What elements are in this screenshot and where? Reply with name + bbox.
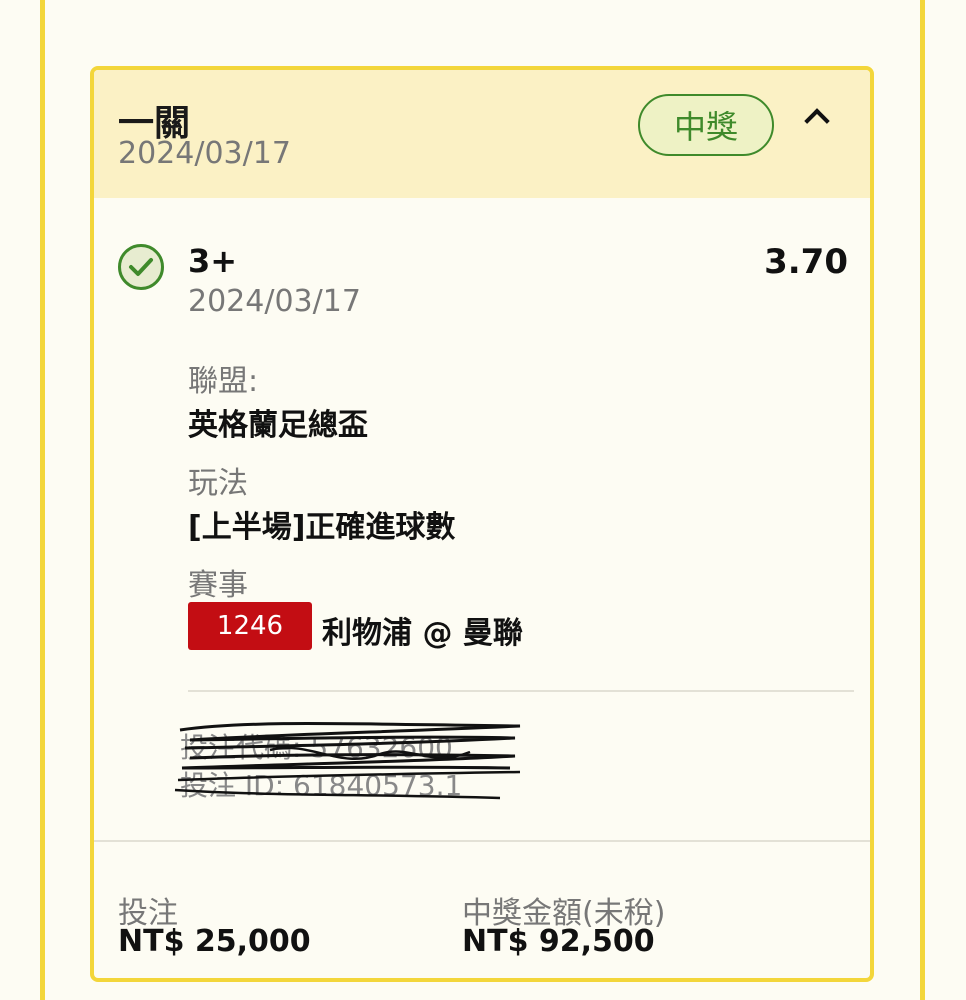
match-code-badge: 1246 <box>188 602 312 650</box>
stake-value: NT$ 25,000 <box>118 924 311 959</box>
section-divider <box>188 690 854 692</box>
match-name: 利物浦 @ 曼聯 <box>322 616 523 651</box>
left-border-line <box>40 0 45 1000</box>
selection-date: 2024/03/17 <box>188 284 361 319</box>
league-value: 英格蘭足總盃 <box>188 408 368 443</box>
check-circle-icon <box>118 244 164 290</box>
bet-date: 2024/03/17 <box>118 136 291 171</box>
play-type-label: 玩法 <box>188 466 248 501</box>
right-border-line <box>920 0 925 1000</box>
selection-odds: 3.70 <box>764 242 848 282</box>
footer-divider <box>94 840 870 842</box>
play-type-value: [上半場]正確進球數 <box>188 510 456 545</box>
league-label: 聯盟: <box>188 364 259 399</box>
redaction-scribble <box>174 722 521 800</box>
selection-name: 3+ <box>188 242 238 280</box>
card-header[interactable]: 一關 2024/03/17 中獎 <box>94 70 870 198</box>
match-label: 賽事 <box>188 568 248 603</box>
payout-value: NT$ 92,500 <box>462 924 655 959</box>
win-status-badge: 中獎 <box>638 94 774 156</box>
chevron-up-icon[interactable] <box>804 108 830 134</box>
bet-record-card: 一關 2024/03/17 中獎 3+ 3.70 2024/03/17 聯盟: … <box>90 66 874 982</box>
